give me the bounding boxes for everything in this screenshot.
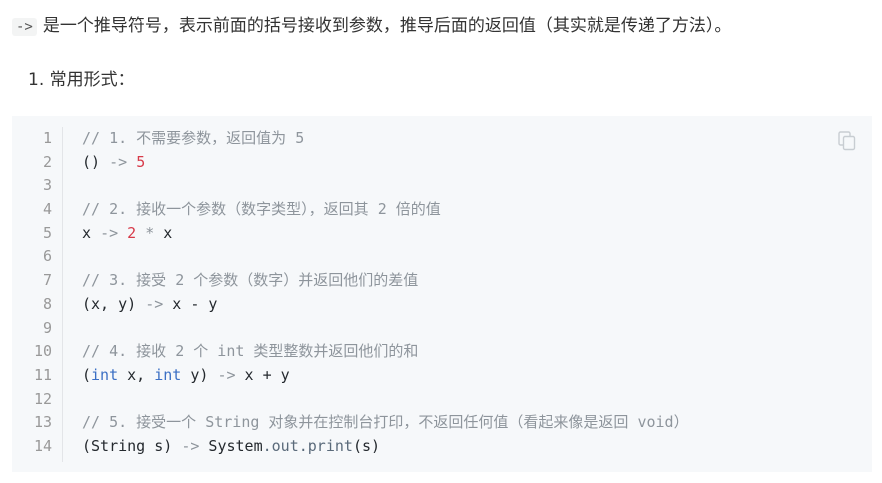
section-heading: 1. 常用形式： [28,70,135,90]
code-line: // 4. 接收 2 个 int 类型整数并返回他们的和 [82,340,852,364]
intro-text: 是一个推导符号，表示前面的括号接收到参数，推导后面的返回值（其实就是传递了方法）… [42,16,732,36]
line-number: 10 [33,342,52,361]
intro-paragraph: -> 是一个推导符号，表示前面的括号接收到参数，推导后面的返回值（其实就是传递了方… [12,12,731,41]
code-comment: // 1. 不需要参数，返回值为 5 [82,129,305,147]
code-token: -> [100,223,119,242]
line-number: 13 [33,413,52,432]
code-token: print [307,436,353,455]
code-line: // 5. 接受一个 String 对象并在控制台打印，不返回任何值（看起来像是… [82,411,852,435]
line-number: 5 [42,223,52,242]
line-number-gutter: 1 2 3 4 5 6 7 8 9 10 11 12 13 14 [12,127,63,462]
code-line: () -> 5 [82,151,852,175]
code-token: (String s) [82,436,182,455]
code-token: x [82,223,101,242]
inline-code: -> [12,18,37,36]
line-number: 3 [42,176,52,195]
code-token: -> [181,436,200,455]
line-number: 12 [33,389,52,408]
line-number: 1 [42,129,52,147]
code-comment: // 4. 接收 2 个 int 类型整数并返回他们的和 [82,342,419,361]
line-number: 8 [42,294,52,313]
line-number: 14 [33,436,52,455]
code-token: * [136,223,164,242]
code-line: // 3. 接受 2 个参数（数字）并返回他们的差值 [82,269,852,293]
line-number: 2 [42,152,52,171]
code-line: (int x, int y) -> x + y [82,364,852,388]
code-token: -> [109,152,128,171]
code-token: (x, y) [82,294,146,313]
code-comment: // 3. 接受 2 个参数（数字）并返回他们的差值 [82,271,419,290]
code-token: int [91,365,119,384]
code-token: x [163,223,173,242]
line-number: 4 [42,200,52,219]
code-comment: // 2. 接收一个参数（数字类型），返回其 2 倍的值 [82,200,441,219]
code-line: (x, y) -> x - y [82,293,852,317]
line-number: 11 [33,365,52,384]
code-token: -> [217,365,236,384]
line-number: 9 [42,318,52,337]
code-token: (s) [352,436,381,455]
code-line: x -> 2 * x [82,222,852,246]
line-number: 7 [42,271,52,290]
code-token: int [154,365,182,384]
code-token: -> [145,294,164,313]
code-line: // 1. 不需要参数，返回值为 5 [82,127,852,151]
code-token: () [82,152,110,171]
code-token: 2 [127,223,137,242]
code-block[interactable]: 1 2 3 4 5 6 7 8 9 10 11 12 13 14 // 1. 不需要参数，返回值为 5()… [12,116,872,472]
copy-icon[interactable] [838,131,856,151]
code-token: y) [181,365,218,384]
code-token: ( [82,365,92,384]
code-token: .out. [262,436,308,455]
code-line: (String s) -> System.out.print(s) [82,435,852,459]
code-line: // 2. 接收一个参数（数字类型），返回其 2 倍的值 [82,198,852,222]
code-token: x - y [163,294,218,313]
code-token: x, [118,365,155,384]
code-lines: // 1. 不需要参数，返回值为 5 () -> 5 // 2. 接收一个参数（数… [82,127,852,459]
code-token: x + y [235,365,290,384]
line-number: 6 [42,247,52,266]
code-token: System [199,436,263,455]
code-comment: // 5. 接受一个 String 对象并在控制台打印，不返回任何值（看起来像是… [82,413,689,432]
code-token: 5 [136,152,146,171]
